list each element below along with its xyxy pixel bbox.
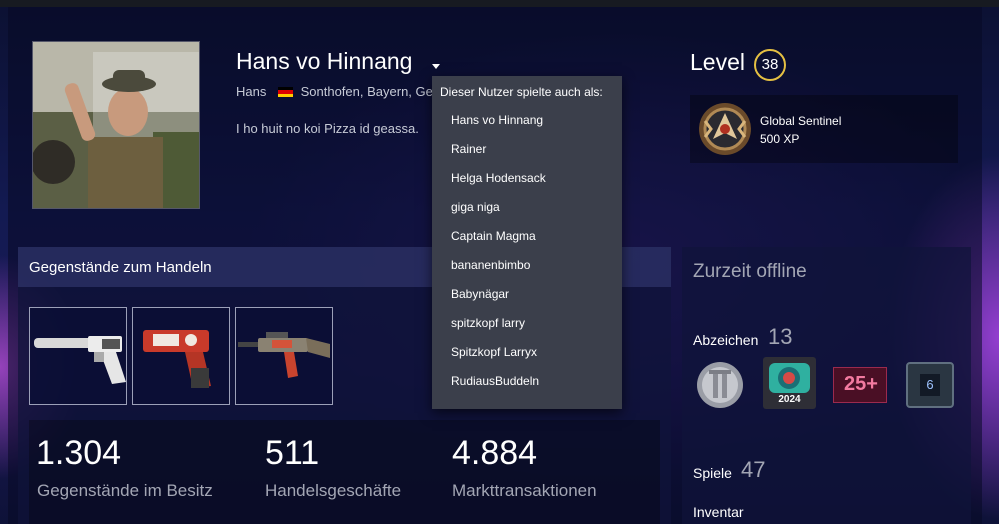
- number-badge-label: 6: [920, 374, 940, 396]
- stat-items-owned-value: 1.304: [36, 434, 122, 472]
- persona-name: Hans vo Hinnang: [236, 48, 413, 74]
- badges-link[interactable]: Abzeichen: [693, 332, 758, 348]
- featured-badge-xp: 500 XP: [760, 132, 800, 146]
- name-history-item[interactable]: Captain Magma: [432, 222, 622, 251]
- red-pistol-icon: [143, 330, 211, 388]
- inventory-link[interactable]: Inventar: [693, 504, 744, 520]
- stat-market-transactions-value: 4.884: [452, 434, 538, 472]
- featured-badge[interactable]: Global Sentinel 500 XP: [690, 95, 958, 163]
- trade-stats-box: [29, 420, 660, 524]
- steam-logo-icon: [769, 363, 810, 393]
- featured-badge-name: Global Sentinel: [760, 114, 842, 128]
- stat-market-transactions-label: Markttransaktionen: [452, 481, 597, 500]
- name-history-item[interactable]: giga niga: [432, 193, 622, 222]
- name-history-dropdown-caret[interactable]: [432, 64, 440, 69]
- online-status: Zurzeit offline: [693, 261, 807, 282]
- year-badge-label: 2024: [778, 394, 801, 405]
- name-history-dropdown: Dieser Nutzer spielte auch als: Hans vo …: [432, 76, 622, 409]
- avatar[interactable]: [32, 41, 200, 209]
- name-history-item[interactable]: Hans vo Hinnang: [432, 106, 622, 135]
- trade-items-title[interactable]: Gegenstände zum Handeln: [29, 259, 212, 276]
- real-name-location-row: Hans Sonthofen, Bayern, Ge: [236, 84, 433, 99]
- stat-items-owned-label: Gegenstände im Besitz: [37, 481, 213, 500]
- trade-item-slot[interactable]: [29, 307, 127, 405]
- name-history-item[interactable]: bananenbimbo: [432, 251, 622, 280]
- name-history-title: Dieser Nutzer spielte auch als:: [440, 85, 603, 99]
- years-of-service-badge[interactable]: 25+: [833, 367, 887, 403]
- name-history-item[interactable]: Spitzkopf Larryx: [432, 338, 622, 367]
- name-history-item[interactable]: Rainer: [432, 135, 622, 164]
- year-2024-badge[interactable]: 2024: [763, 357, 816, 409]
- pillar-badge-icon[interactable]: [695, 360, 745, 410]
- years-badge-label: 25+: [844, 373, 878, 395]
- badges-count[interactable]: 13: [768, 324, 792, 350]
- top-bar: [0, 0, 999, 7]
- profile-summary: I ho huit no koi Pizza id geassa.: [236, 121, 419, 136]
- name-history-item[interactable]: RudiausBuddeln: [432, 367, 622, 396]
- number-badge[interactable]: 6: [906, 362, 954, 408]
- global-sentinel-badge-icon: [699, 103, 751, 155]
- trade-item-slot[interactable]: [132, 307, 230, 405]
- level-label: Level: [690, 49, 745, 75]
- name-history-item[interactable]: Helga Hodensack: [432, 164, 622, 193]
- games-count[interactable]: 47: [741, 457, 765, 483]
- name-history-item[interactable]: Babynägar: [432, 280, 622, 309]
- trade-item-slot[interactable]: [235, 307, 333, 405]
- name-history-item[interactable]: spitzkopf larry: [432, 309, 622, 338]
- stat-trades-value: 511: [265, 434, 320, 472]
- level-badge[interactable]: 38: [754, 49, 786, 81]
- real-name: Hans: [236, 84, 267, 99]
- germany-flag-icon: [277, 87, 293, 97]
- usp-s-pistol-icon: [34, 336, 126, 384]
- games-link[interactable]: Spiele: [693, 465, 732, 481]
- rifle-icon: [238, 332, 330, 378]
- stat-trades-label: Handelsgeschäfte: [265, 481, 402, 500]
- location: Sonthofen, Bayern, Ge: [300, 84, 433, 99]
